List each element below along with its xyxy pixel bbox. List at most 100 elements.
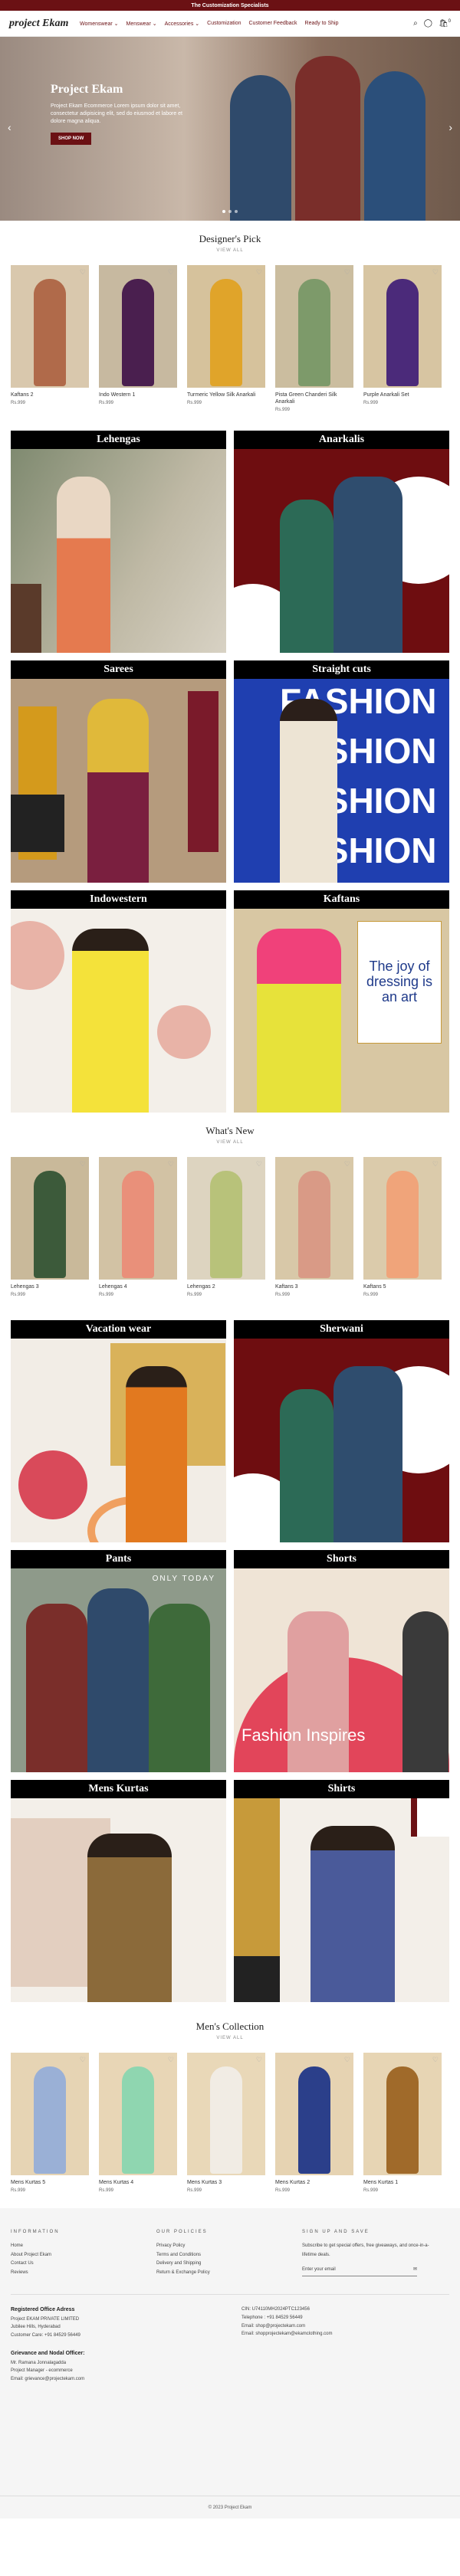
product-name[interactable]: Mens Kurtas 3	[187, 2179, 265, 2186]
nav-ready-to-ship[interactable]: Ready to Ship	[305, 21, 339, 27]
wishlist-heart-icon[interactable]: ♡	[256, 268, 262, 277]
category-tile-anarkalis[interactable]: Anarkalis	[234, 431, 449, 654]
wishlist-heart-icon[interactable]: ♡	[168, 2056, 174, 2064]
product-card[interactable]: ♡ Lehengas 4 Rs.999	[99, 1157, 177, 1297]
prev-arrow-icon[interactable]: ‹	[8, 121, 12, 133]
product-name[interactable]: Lehengas 3	[11, 1283, 89, 1290]
wishlist-heart-icon[interactable]: ♡	[432, 1160, 439, 1168]
product-name[interactable]: Lehengas 4	[99, 1283, 177, 1290]
wishlist-heart-icon[interactable]: ♡	[344, 2056, 350, 2064]
product-card[interactable]: ♡ Pista Green Chanderi Silk Anarkali Rs.…	[275, 265, 353, 412]
designers-pick-view-all[interactable]: VIEW ALL	[0, 248, 460, 253]
product-name[interactable]: Pista Green Chanderi Silk Anarkali	[275, 392, 353, 405]
product-name[interactable]: Indo Western 1	[99, 392, 177, 398]
product-image[interactable]: ♡	[11, 2053, 89, 2176]
product-card[interactable]: ♡ Kaftans 3 Rs.999	[275, 1157, 353, 1297]
category-tile-kaftans[interactable]: Kaftans The joy of dressing is an art	[234, 890, 449, 1113]
product-image[interactable]: ♡	[275, 2053, 353, 2176]
wishlist-heart-icon[interactable]: ♡	[432, 268, 439, 277]
category-tile-lehengas[interactable]: Lehengas	[11, 431, 226, 654]
product-name[interactable]: Purple Anarkali Set	[363, 392, 442, 398]
footer-link[interactable]: Home	[11, 2242, 133, 2250]
email-field[interactable]: Enter your email ✉	[302, 2264, 417, 2277]
whats-new-view-all[interactable]: VIEW ALL	[0, 1140, 460, 1145]
product-card[interactable]: ♡ Mens Kurtas 5 Rs.999	[11, 2053, 89, 2193]
cart-icon[interactable]: 🛍0	[439, 19, 451, 28]
product-image[interactable]: ♡	[99, 265, 177, 388]
wishlist-heart-icon[interactable]: ♡	[344, 1160, 350, 1168]
product-card[interactable]: ♡ Mens Kurtas 4 Rs.999	[99, 2053, 177, 2193]
product-name[interactable]: Turmeric Yellow Silk Anarkali	[187, 392, 265, 398]
product-name[interactable]: Mens Kurtas 2	[275, 2179, 353, 2186]
footer-link[interactable]: About Project Ekam	[11, 2251, 133, 2260]
product-name[interactable]: Kaftans 5	[363, 1283, 442, 1290]
product-image[interactable]: ♡	[363, 265, 442, 388]
product-image[interactable]: ♡	[11, 265, 89, 388]
wishlist-heart-icon[interactable]: ♡	[432, 2056, 439, 2064]
category-tile-sarees[interactable]: Sarees	[11, 660, 226, 883]
logo[interactable]: project Ekam	[9, 18, 80, 30]
nav-menswear[interactable]: Menswear ⌄	[126, 21, 156, 27]
wishlist-heart-icon[interactable]: ♡	[344, 268, 350, 277]
wishlist-heart-icon[interactable]: ♡	[80, 2056, 86, 2064]
product-card[interactable]: ♡ Lehengas 3 Rs.999	[11, 1157, 89, 1297]
category-tile-sherwani[interactable]: Sherwani	[234, 1320, 449, 1543]
mens-collection-view-all[interactable]: VIEW ALL	[0, 2036, 460, 2040]
product-name[interactable]: Mens Kurtas 4	[99, 2179, 177, 2186]
wishlist-heart-icon[interactable]: ♡	[168, 268, 174, 277]
category-tile-shirts[interactable]: Shirts	[234, 1780, 449, 2003]
wishlist-heart-icon[interactable]: ♡	[168, 1160, 174, 1168]
wishlist-heart-icon[interactable]: ♡	[80, 1160, 86, 1168]
product-image[interactable]: ♡	[363, 2053, 442, 2176]
product-image[interactable]: ♡	[363, 1157, 442, 1280]
search-icon[interactable]: ⌕	[413, 19, 418, 28]
product-name[interactable]: Kaftans 3	[275, 1283, 353, 1290]
footer-link[interactable]: Delivery and Shipping	[156, 2260, 279, 2268]
category-tile-vacation-wear[interactable]: Vacation wear	[11, 1320, 226, 1543]
footer-link[interactable]: Terms and Conditions	[156, 2251, 279, 2260]
product-card[interactable]: ♡ Lehengas 2 Rs.999	[187, 1157, 265, 1297]
product-card[interactable]: ♡ Kaftans 2 Rs.999	[11, 265, 89, 412]
next-arrow-icon[interactable]: ›	[449, 121, 452, 133]
nav-customization[interactable]: Customization	[207, 21, 241, 27]
slider-dot[interactable]	[222, 210, 225, 213]
product-card[interactable]: ♡ Turmeric Yellow Silk Anarkali Rs.999	[187, 265, 265, 412]
nav-customer-feedback[interactable]: Customer Feedback	[249, 21, 297, 27]
category-tile-indowestern[interactable]: Indowestern	[11, 890, 226, 1113]
category-tile-mens-kurtas[interactable]: Mens Kurtas	[11, 1780, 226, 2003]
category-tile-straight-cuts[interactable]: Straight cuts FASHION FASHION FASHION FA…	[234, 660, 449, 883]
product-name[interactable]: Kaftans 2	[11, 392, 89, 398]
product-image[interactable]: ♡	[187, 2053, 265, 2176]
nav-accessories[interactable]: Accessories ⌄	[165, 21, 200, 27]
footer-link[interactable]: Reviews	[11, 2269, 133, 2277]
product-card[interactable]: ♡ Kaftans 5 Rs.999	[363, 1157, 442, 1297]
wishlist-heart-icon[interactable]: ♡	[256, 2056, 262, 2064]
product-name[interactable]: Lehengas 2	[187, 1283, 265, 1290]
mail-icon[interactable]: ✉	[413, 2266, 417, 2274]
product-image[interactable]: ♡	[187, 1157, 265, 1280]
product-name[interactable]: Mens Kurtas 5	[11, 2179, 89, 2186]
product-image[interactable]: ♡	[187, 265, 265, 388]
product-card[interactable]: ♡ Mens Kurtas 1 Rs.999	[363, 2053, 442, 2193]
wishlist-heart-icon[interactable]: ♡	[256, 1160, 262, 1168]
account-icon[interactable]: ◯	[424, 19, 432, 28]
category-tile-shorts[interactable]: Shorts Fashion Inspires	[234, 1550, 449, 1773]
product-card[interactable]: ♡ Mens Kurtas 2 Rs.999	[275, 2053, 353, 2193]
product-card[interactable]: ♡ Mens Kurtas 3 Rs.999	[187, 2053, 265, 2193]
category-tile-pants[interactable]: Pants ONLY TODAY	[11, 1550, 226, 1773]
footer-link[interactable]: Privacy Policy	[156, 2242, 279, 2250]
product-image[interactable]: ♡	[11, 1157, 89, 1280]
footer-link[interactable]: Contact Us	[11, 2260, 133, 2268]
product-image[interactable]: ♡	[99, 2053, 177, 2176]
slider-dot[interactable]	[228, 210, 232, 213]
slider-dot[interactable]	[235, 210, 238, 213]
wishlist-heart-icon[interactable]: ♡	[80, 268, 86, 277]
shop-now-button[interactable]: SHOP NOW	[51, 133, 92, 146]
product-image[interactable]: ♡	[275, 265, 353, 388]
footer-link[interactable]: Return & Exchange Policy	[156, 2269, 279, 2277]
product-card[interactable]: ♡ Indo Western 1 Rs.999	[99, 265, 177, 412]
product-card[interactable]: ♡ Purple Anarkali Set Rs.999	[363, 265, 442, 412]
product-image[interactable]: ♡	[99, 1157, 177, 1280]
product-name[interactable]: Mens Kurtas 1	[363, 2179, 442, 2186]
nav-womenswear[interactable]: Womenswear ⌄	[80, 21, 118, 27]
